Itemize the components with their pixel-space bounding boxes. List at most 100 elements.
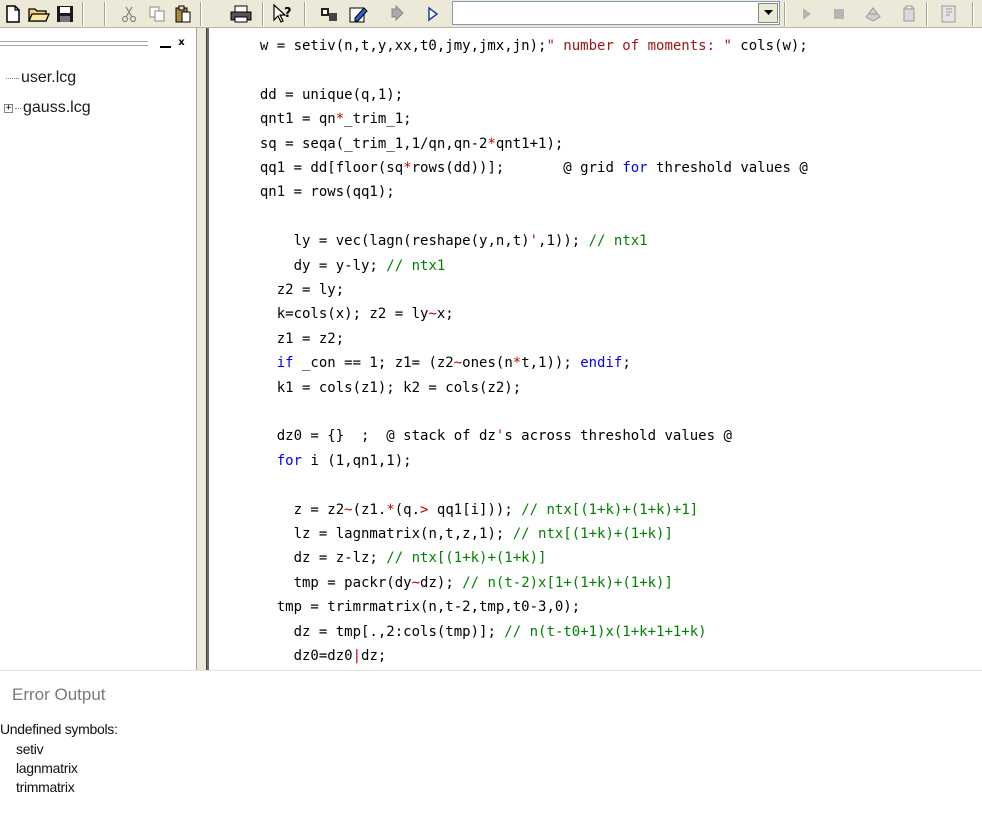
- go-icon[interactable]: [796, 3, 818, 25]
- code-token: rows(dd))]; @ grid: [411, 160, 623, 176]
- code-token: tmp = trimrmatrix(n,t-2,tmp,t0-3,0);: [276, 599, 581, 616]
- code-line[interactable]: dz0=dz0|dz;: [243, 644, 387, 668]
- toolbar-separator: [784, 2, 786, 26]
- code-token: sq = seqa(_trim_1,1/qn,qn-2: [259, 135, 488, 152]
- code-line[interactable]: qq1 = dd[floor(sq*rows(dd))]; @ grid for…: [243, 156, 808, 180]
- tree-item-gauss-lcg[interactable]: + gauss.lcg: [4, 98, 91, 118]
- stop-icon[interactable]: [828, 3, 850, 25]
- open-folder-icon[interactable]: [28, 3, 50, 25]
- toolbar-separator: [926, 2, 928, 26]
- code-token: dd = unique(q,1);: [259, 86, 404, 103]
- code-line[interactable]: tmp = packr(dy~dz); // n(t-2)x[1+(1+k)+(…: [243, 571, 673, 595]
- code-line[interactable]: sq = seqa(_trim_1,1/qn,qn-2*qnt1+1);: [243, 132, 563, 156]
- close-icon[interactable]: x: [176, 38, 187, 49]
- code-token: z2 = ly;: [276, 282, 345, 298]
- bookmark-icon[interactable]: [938, 3, 960, 25]
- compile-icon[interactable]: [318, 3, 340, 25]
- code-token: dz);: [420, 574, 463, 591]
- step-icon[interactable]: [386, 3, 408, 25]
- code-line[interactable]: qn1 = rows(qq1);: [243, 180, 395, 204]
- code-token: x;: [436, 306, 454, 323]
- code-line[interactable]: z = z2~(z1.*(q.> qq1[i])); // ntx[(1+k)+…: [243, 498, 699, 522]
- code-editor[interactable]: w = setiv(n,t,y,xx,t0,jmy,jmx,jn);" numb…: [207, 28, 982, 670]
- run-icon[interactable]: [422, 3, 444, 25]
- print-icon[interactable]: [230, 3, 252, 25]
- paste-icon[interactable]: [172, 3, 194, 25]
- code-line[interactable]: ly = vec(lagn(reshape(y,n,t)',1)); // nt…: [243, 229, 648, 253]
- error-output-title: Error Output: [12, 685, 106, 704]
- code-token: *: [335, 111, 345, 128]
- code-token: (q.: [394, 501, 421, 518]
- code-line[interactable]: qnt1 = qn*_trim_1;: [243, 107, 412, 131]
- code-token: // n(t-t0+1)x(1+k+1+1+k): [504, 623, 707, 640]
- code-token: k=cols(x); z2 = ly: [276, 306, 429, 323]
- command-combo[interactable]: [452, 1, 780, 25]
- code-token: cols(w);: [731, 38, 808, 54]
- code-token: // ntx[(1+k)+(1+k)+1]: [521, 501, 699, 518]
- code-line[interactable]: z1 = z2;: [243, 327, 344, 351]
- minimize-icon[interactable]: [160, 38, 171, 48]
- save-icon[interactable]: [54, 3, 76, 25]
- code-line[interactable]: k1 = cols(z1); k2 = cols(z2);: [243, 376, 521, 400]
- code-line[interactable]: k=cols(x); z2 = ly~x;: [243, 302, 454, 326]
- code-line[interactable]: w = setiv(n,t,y,xx,t0,jmy,jmx,jn);" numb…: [243, 34, 808, 58]
- code-token: // ntx1: [386, 257, 446, 274]
- code-token: dy = y-ly;: [293, 257, 387, 274]
- code-line[interactable]: z2 = ly;: [243, 278, 344, 302]
- tree-item-label: user.lcg: [21, 69, 77, 86]
- toolbar-separator: [82, 2, 84, 26]
- file-tree-header: x: [0, 32, 196, 56]
- code-line[interactable]: tmp = trimrmatrix(n,t-2,tmp,t0-3,0);: [243, 595, 580, 619]
- code-line[interactable]: if _con == 1; z1= (z2~ones(n*t,1)); endi…: [243, 351, 631, 375]
- code-token: (z1.: [352, 501, 387, 518]
- code-token: for: [276, 452, 303, 469]
- code-token: ;: [622, 355, 631, 372]
- code-line[interactable]: lz = lagnmatrix(n,t,z,1); // ntx[(1+k)+(…: [243, 522, 673, 546]
- tree-connector: [15, 107, 21, 109]
- code-line[interactable]: for i (1,qn1,1);: [243, 449, 412, 473]
- code-line[interactable]: dz = z-lz; // ntx[(1+k)+(1+k)]: [243, 546, 547, 570]
- code-token: " number of moments: ": [546, 38, 732, 54]
- code-token: |: [352, 648, 362, 664]
- code-token: qq1 = dd[floor(sq: [259, 160, 404, 176]
- new-file-icon[interactable]: [2, 3, 24, 25]
- edit-icon[interactable]: [348, 3, 370, 25]
- code-token: ly = vec(lagn(reshape(y,n,t): [293, 233, 530, 250]
- chevron-down-icon[interactable]: [758, 3, 778, 23]
- code-line[interactable]: dd = unique(q,1);: [243, 83, 403, 107]
- cut-icon[interactable]: [118, 3, 140, 25]
- expand-plus-icon[interactable]: +: [4, 103, 13, 113]
- code-token: // ntx[(1+k)+(1+k)]: [386, 550, 547, 567]
- code-token: k1 = cols(z1); k2 = cols(z2);: [276, 379, 522, 396]
- code-token: if: [276, 355, 294, 372]
- context-help-icon[interactable]: ?: [272, 3, 294, 25]
- copy-icon[interactable]: [146, 3, 168, 25]
- toolbar: ?: [0, 0, 982, 28]
- tree-item-user-lcg[interactable]: user.lcg: [6, 68, 76, 88]
- debug-icon[interactable]: [862, 3, 884, 25]
- code-token: ~: [411, 574, 421, 591]
- panel-grip[interactable]: [0, 41, 148, 46]
- code-line[interactable]: dy = y-ly; // ntx1: [243, 254, 446, 278]
- code-token: z1 = z2;: [276, 330, 345, 347]
- panel-splitter[interactable]: [196, 28, 207, 670]
- code-token: i (1,qn1,1);: [302, 452, 412, 469]
- code-token: _con == 1; z1= (z2: [293, 355, 454, 372]
- code-line[interactable]: dz = tmp[.,2:cols(tmp)]; // n(t-t0+1)x(1…: [243, 620, 707, 644]
- code-token: // n(t-2)x[1+(1+k)+(1+k)]: [462, 574, 673, 591]
- code-line[interactable]: dz0 = {} ; @ stack of dz's across thresh…: [243, 424, 732, 448]
- code-token: ones(n: [462, 355, 513, 372]
- clear-icon[interactable]: [898, 3, 920, 25]
- code-token: dz0 = {} ; @ stack of dz: [276, 428, 496, 445]
- code-token: tmp = packr(dy: [293, 574, 412, 591]
